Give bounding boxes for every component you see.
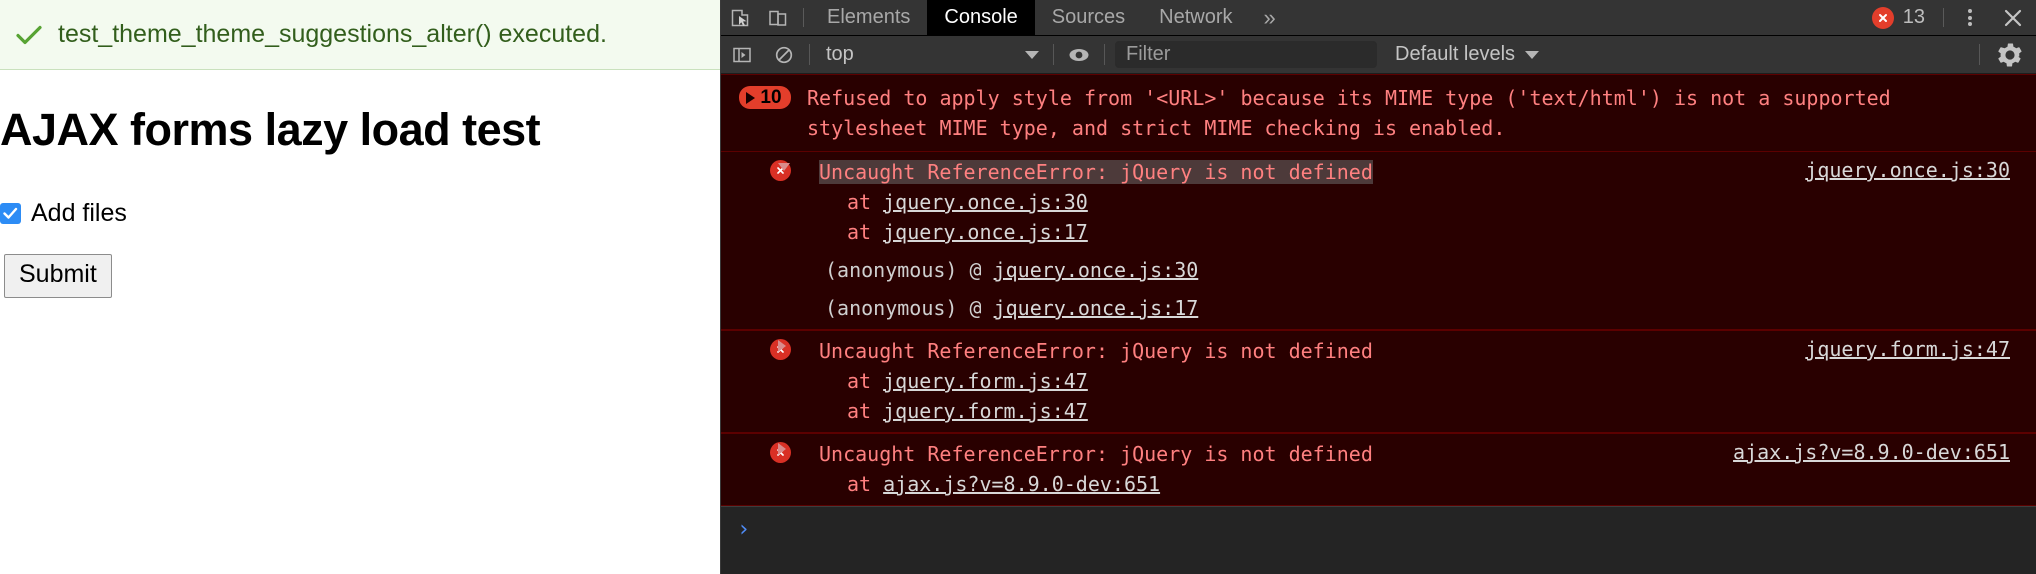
more-options-icon[interactable] — [1950, 0, 1990, 35]
clear-console-icon[interactable] — [763, 36, 805, 73]
message-count-value: 10 — [760, 86, 782, 108]
tab-network[interactable]: Network — [1142, 0, 1249, 35]
tab-console[interactable]: Console — [927, 0, 1035, 35]
message-body: Uncaught ReferenceError: jQuery is not d… — [778, 439, 2036, 499]
filter-input[interactable] — [1115, 41, 1377, 68]
stack-frame-prefix: at — [847, 472, 884, 496]
screen: test_theme_theme_suggestions_alter() exe… — [0, 0, 2036, 574]
stack-frame-prefix: at — [847, 190, 884, 214]
stack-frame-prefix: at — [847, 369, 884, 393]
page-title: AJAX forms lazy load test — [0, 104, 541, 155]
anonymous-frame-prefix: (anonymous) @ — [825, 258, 994, 282]
filterbar-divider-3 — [1104, 44, 1105, 65]
submit-button[interactable]: Submit — [4, 254, 112, 298]
filterbar-divider-4 — [1979, 44, 1980, 65]
disclosure-triangle-icon[interactable] — [778, 340, 786, 352]
stack-frame-link[interactable]: jquery.once.js:17 — [883, 220, 1088, 244]
toolbar-divider-2 — [1943, 8, 1944, 27]
error-count-indicator[interactable]: 13 — [1868, 0, 1937, 35]
inspect-element-icon[interactable] — [721, 0, 759, 35]
message-title: Uncaught ReferenceError: jQuery is not d… — [819, 339, 1373, 363]
disclosure-triangle-icon[interactable] — [778, 443, 786, 455]
stack-frame-prefix: at — [847, 399, 884, 423]
prompt-caret-icon: › — [737, 517, 751, 542]
message-source-link[interactable]: jquery.form.js:47 — [1805, 337, 2010, 361]
stack-frame: at jquery.once.js:17 — [797, 217, 2022, 247]
message-headline-row: Uncaught ReferenceError: jQuery is not d… — [778, 439, 2022, 469]
chevron-down-icon — [1025, 50, 1039, 59]
message-count-badge[interactable]: 10 — [739, 86, 791, 109]
stack-frame-link[interactable]: jquery.form.js:47 — [883, 399, 1088, 423]
error-count-value: 13 — [1902, 6, 1925, 28]
message-title: Uncaught ReferenceError: jQuery is not d… — [819, 160, 1373, 184]
console-sidebar-icon[interactable] — [721, 36, 763, 73]
log-levels-selector[interactable]: Default levels — [1383, 36, 1551, 73]
message-gutter: 10 — [721, 83, 797, 109]
error-circle-icon — [1871, 6, 1894, 29]
live-expression-icon[interactable] — [1058, 36, 1100, 73]
status-message-text: test_theme_theme_suggestions_alter() exe… — [58, 20, 607, 48]
message-body: Uncaught ReferenceError: jQuery is not d… — [778, 336, 2036, 426]
console-message-grouped[interactable]: 10 Refused to apply style from '<URL>' b… — [721, 74, 2036, 152]
execution-context-value: top — [826, 43, 854, 65]
anonymous-frame-link[interactable]: jquery.once.js:17 — [994, 296, 1199, 320]
stack-frame-link[interactable]: ajax.js?v=8.9.0-dev:651 — [883, 472, 1160, 496]
disclosure-triangle-icon[interactable] — [778, 163, 790, 171]
console-prompt[interactable]: › — [721, 506, 2036, 542]
console-message-error[interactable]: Uncaught ReferenceError: jQuery is not d… — [721, 152, 2036, 330]
message-headline-row: Uncaught ReferenceError: jQuery is not d… — [778, 157, 2022, 187]
anonymous-frame: (anonymous) @ jquery.once.js:17 — [797, 293, 2022, 323]
console-filter-bar: top Default levels — [721, 36, 2036, 74]
stack-frame-prefix: at — [847, 220, 884, 244]
device-toolbar-icon[interactable] — [759, 0, 797, 35]
execution-context-selector[interactable]: top — [814, 36, 1049, 73]
console-message-error[interactable]: Uncaught ReferenceError: jQuery is not d… — [721, 330, 2036, 433]
message-body: Refused to apply style from '<URL>' beca… — [797, 83, 2036, 143]
console-message-list[interactable]: 10 Refused to apply style from '<URL>' b… — [721, 74, 2036, 574]
message-source-link[interactable]: jquery.once.js:30 — [1805, 158, 2010, 182]
web-page-pane: test_theme_theme_suggestions_alter() exe… — [0, 0, 720, 574]
message-body: Uncaught ReferenceError: jQuery is not d… — [778, 157, 2036, 323]
filterbar-spacer — [1551, 36, 1975, 73]
anonymous-frame-link[interactable]: jquery.once.js:30 — [994, 258, 1199, 282]
stack-frame-link[interactable]: jquery.once.js:30 — [883, 190, 1088, 214]
devtools-panel: Elements Console Sources Network » 13 to… — [720, 0, 2036, 574]
stack-frame: at ajax.js?v=8.9.0-dev:651 — [797, 469, 2022, 499]
stack-frame-link[interactable]: jquery.form.js:47 — [883, 369, 1088, 393]
devtools-tabbar: Elements Console Sources Network » 13 — [721, 0, 2036, 36]
toolbar-divider — [803, 8, 804, 27]
message-text: Refused to apply style from '<URL>' beca… — [807, 86, 1903, 140]
message-source-link[interactable]: ajax.js?v=8.9.0-dev:651 — [1733, 440, 2010, 464]
stack-frame: at jquery.form.js:47 — [797, 366, 2022, 396]
add-files-checkbox[interactable] — [0, 203, 21, 225]
tab-sources[interactable]: Sources — [1035, 0, 1142, 35]
status-message: test_theme_theme_suggestions_alter() exe… — [0, 0, 720, 70]
console-message-error[interactable]: Uncaught ReferenceError: jQuery is not d… — [721, 433, 2036, 506]
anonymous-frame: (anonymous) @ jquery.once.js:30 — [797, 255, 2022, 285]
check-icon — [14, 20, 44, 50]
message-headline-row: Uncaught ReferenceError: jQuery is not d… — [778, 336, 2022, 366]
close-icon[interactable] — [1990, 0, 2036, 35]
add-files-label: Add files — [31, 199, 127, 228]
anonymous-frame-prefix: (anonymous) @ — [825, 296, 994, 320]
chevron-down-icon-levels — [1525, 50, 1540, 59]
filterbar-divider — [809, 44, 810, 65]
tab-elements[interactable]: Elements — [810, 0, 927, 35]
message-title: Uncaught ReferenceError: jQuery is not d… — [819, 442, 1373, 466]
add-files-checkbox-row[interactable]: Add files — [0, 199, 720, 228]
more-tabs-icon[interactable]: » — [1250, 0, 1290, 35]
log-levels-value: Default levels — [1395, 43, 1516, 65]
gear-icon[interactable] — [1984, 36, 2036, 73]
stack-frame: at jquery.once.js:30 — [797, 187, 2022, 217]
stack-frame: at jquery.form.js:47 — [797, 396, 2022, 426]
filterbar-divider-2 — [1053, 44, 1054, 65]
